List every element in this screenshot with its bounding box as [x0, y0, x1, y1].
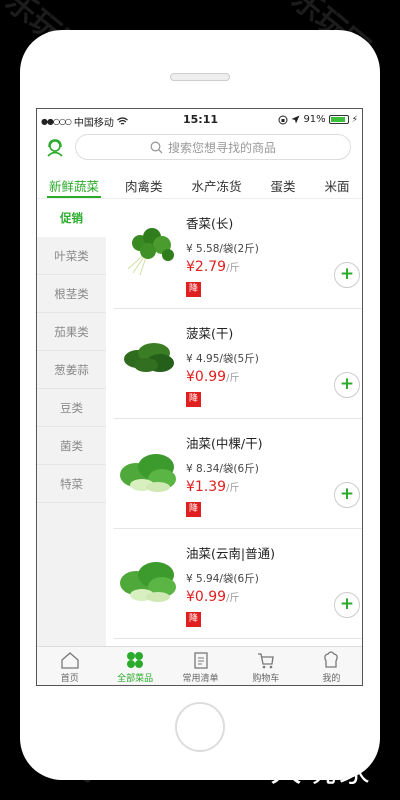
bok-choy-image — [120, 562, 176, 602]
sidebar-item-solanaceous[interactable]: 茄果类 — [37, 313, 106, 351]
product-item[interactable]: 油菜(中棵/干) ¥ 8.34/袋(6斤) ¥1.39/斤 降 + — [114, 419, 362, 529]
location-icon — [291, 115, 300, 124]
subcategory-sidebar: 促销 叶菜类 根茎类 茄果类 葱姜蒜 豆类 菌类 特菜 — [37, 199, 106, 646]
list-icon — [193, 652, 208, 669]
bottom-tab-bar: 首页 全部菜品 常用清单 购物车 我的 — [37, 646, 362, 685]
sidebar-item-beans[interactable]: 豆类 — [37, 389, 106, 427]
sidebar-item-leafy[interactable]: 叶菜类 — [37, 237, 106, 275]
grid-icon — [127, 652, 144, 668]
product-item[interactable]: 油菜(云南|普通) ¥ 5.94/袋(6斤) ¥0.99/斤 降 + — [114, 529, 362, 639]
tab-cart-label: 购物车 — [252, 674, 280, 684]
tab-common-list[interactable]: 常用清单 — [168, 647, 233, 685]
status-bar: ●●○○○ 中国移动 15:11 91% ⚡ — [37, 109, 362, 131]
cart-icon — [257, 653, 274, 669]
product-spec: ¥ 5.58/袋(2斤) — [186, 243, 259, 255]
app-screen: ●●○○○ 中国移动 15:11 91% ⚡ 搜索您想寻找的商品 新鲜蔬菜 肉禽… — [36, 108, 363, 686]
add-to-cart-button[interactable]: + — [334, 262, 360, 288]
discount-badge: 降 — [186, 282, 201, 297]
product-name: 油菜(云南|普通) — [186, 546, 275, 561]
tab-all-dishes[interactable]: 全部菜品 — [102, 647, 167, 685]
product-item[interactable]: 菠菜(干) ¥ 4.95/袋(5斤) ¥0.99/斤 降 + — [114, 309, 362, 419]
sidebar-item-root[interactable]: 根茎类 — [37, 275, 106, 313]
device-frame: 乐玩网 乐玩网 乐玩网 大玩家 ●●○○○ 中国移动 15:11 91% ⚡ — [0, 0, 400, 800]
product-name: 香菜(长) — [186, 216, 234, 231]
tab-seafood-frozen[interactable]: 水产冻货 — [192, 169, 242, 198]
discount-badge: 降 — [186, 612, 201, 627]
product-spec: ¥ 8.34/袋(6斤) — [186, 463, 259, 475]
tab-home-label: 首页 — [60, 674, 79, 684]
tab-mine[interactable]: 我的 — [299, 647, 362, 685]
product-price: ¥2.79/斤 — [186, 259, 240, 275]
search-placeholder: 搜索您想寻找的商品 — [167, 140, 276, 155]
search-icon — [150, 141, 163, 153]
category-tabs: 新鲜蔬菜 肉禽类 水产冻货 蛋类 米面 — [37, 169, 362, 199]
cilantro-image — [127, 228, 174, 276]
sidebar-item-fungi[interactable]: 菌类 — [37, 427, 106, 465]
search-input[interactable]: 搜索您想寻找的商品 — [75, 134, 351, 160]
sidebar-item-specialty[interactable]: 特菜 — [37, 465, 106, 503]
product-price: ¥0.99/斤 — [186, 369, 240, 385]
sidebar-item-promotion[interactable]: 促销 — [37, 199, 106, 237]
brand-logo: 大玩家 — [270, 751, 373, 789]
tab-fresh-vegetables[interactable]: 新鲜蔬菜 — [47, 169, 101, 198]
add-to-cart-button[interactable]: + — [334, 482, 360, 508]
add-to-cart-button[interactable]: + — [334, 592, 360, 618]
product-name: 油菜(中棵/干) — [186, 436, 263, 451]
tab-eggs[interactable]: 蛋类 — [271, 169, 296, 198]
tab-cart[interactable]: 购物车 — [233, 647, 298, 685]
tab-home[interactable]: 首页 — [37, 647, 102, 685]
charging-icon: ⚡ — [351, 114, 358, 125]
search-row: 搜索您想寻找的商品 — [37, 131, 362, 165]
discount-badge: 降 — [186, 502, 201, 517]
tab-meat-poultry[interactable]: 肉禽类 — [125, 169, 163, 198]
phone-speaker — [170, 73, 230, 81]
chef-hat-icon — [324, 651, 339, 668]
tab-mine-label: 我的 — [322, 674, 341, 684]
product-spec: ¥ 4.95/袋(5斤) — [186, 353, 259, 365]
product-price: ¥0.99/斤 — [186, 589, 240, 605]
battery-percent: 91% — [303, 114, 326, 125]
tab-common-list-label: 常用清单 — [182, 674, 219, 684]
product-item[interactable]: 香菜(长) ¥ 5.58/袋(2斤) ¥2.79/斤 降 + — [114, 199, 362, 309]
product-spec: ¥ 5.94/袋(6斤) — [186, 573, 259, 585]
tab-rice-noodles[interactable]: 米面 — [325, 169, 350, 198]
bok-choy-image — [120, 454, 176, 492]
tab-all-dishes-label: 全部菜品 — [117, 674, 154, 684]
sidebar-item-allium[interactable]: 葱姜蒜 — [37, 351, 106, 389]
product-price: ¥1.39/斤 — [186, 479, 240, 495]
discount-badge: 降 — [186, 392, 201, 407]
user-service-icon[interactable] — [45, 138, 65, 158]
spinach-image — [124, 343, 174, 372]
battery-icon — [328, 115, 349, 124]
add-to-cart-button[interactable]: + — [334, 372, 360, 398]
product-list: 香菜(长) ¥ 5.58/袋(2斤) ¥2.79/斤 降 + 菠菜(干) ¥ 4… — [106, 199, 362, 646]
home-icon — [61, 652, 79, 669]
product-name: 菠菜(干) — [186, 326, 234, 341]
home-button[interactable] — [175, 702, 225, 752]
orientation-lock-icon — [278, 115, 288, 124]
